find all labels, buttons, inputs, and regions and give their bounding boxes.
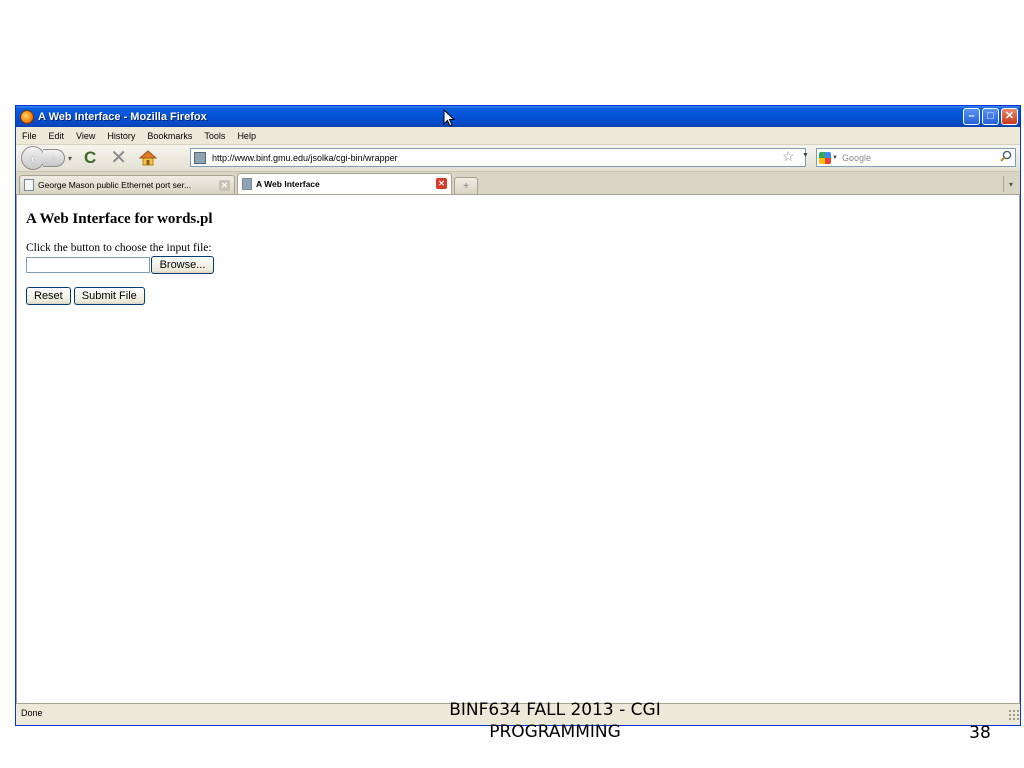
search-bar[interactable]: ▼ Google: [816, 148, 1016, 167]
minimize-button[interactable]: –: [963, 108, 980, 125]
reload-icon[interactable]: C: [84, 148, 96, 168]
menu-history[interactable]: History: [107, 131, 135, 141]
menu-file[interactable]: File: [22, 131, 37, 141]
star-icon[interactable]: ☆: [782, 148, 795, 165]
site-identity-icon[interactable]: [194, 151, 206, 164]
url-text: http://www.binf.gmu.edu/jsolka/cgi-bin/w…: [212, 152, 398, 163]
back-arrow-icon[interactable]: ‹: [21, 146, 45, 170]
tab-label: George Mason public Ethernet port ser...: [38, 180, 192, 190]
title-bar[interactable]: A Web Interface - Mozilla Firefox – □ ✕: [16, 106, 1020, 127]
page-heading: A Web Interface for words.pl: [26, 211, 213, 227]
file-chooser: Browse...: [26, 256, 1010, 274]
new-tab-button[interactable]: +: [454, 177, 478, 194]
history-dropdown-icon[interactable]: ▾: [68, 154, 72, 163]
footer-line-1: BINF634 FALL 2013 - CGI: [449, 700, 661, 720]
stop-icon[interactable]: ✕: [110, 148, 127, 168]
tab-bar: George Mason public Ethernet port ser...…: [16, 172, 1020, 195]
forward-arrow-icon[interactable]: ›: [43, 149, 65, 167]
status-text: Done: [21, 707, 43, 718]
page-instruction: Click the button to choose the input fil…: [26, 242, 212, 254]
footer-line-2: PROGRAMMING: [489, 722, 621, 742]
menu-tools[interactable]: Tools: [204, 131, 225, 141]
page-icon: [242, 178, 252, 190]
slide: A Web Interface - Mozilla Firefox – □ ✕ …: [0, 0, 1024, 768]
menu-bookmarks[interactable]: Bookmarks: [147, 131, 192, 141]
maximize-button[interactable]: □: [982, 108, 999, 125]
home-icon[interactable]: [139, 150, 158, 166]
magnifier-icon[interactable]: [1000, 150, 1012, 165]
window-title: A Web Interface - Mozilla Firefox: [38, 110, 207, 123]
window-controls: – □ ✕: [963, 108, 1018, 125]
slide-number: 38: [969, 723, 991, 743]
search-placeholder: Google: [841, 152, 871, 163]
navigation-toolbar: ‹ › ▾ C ✕ http://www.binf.gmu.edu/jsolka…: [16, 145, 1020, 172]
url-dropdown-icon[interactable]: ▼: [802, 152, 809, 159]
mouse-cursor-icon: [443, 109, 455, 127]
menu-bar: File Edit View History Bookmarks Tools H…: [16, 127, 1020, 145]
form-buttons: Reset Submit File: [26, 287, 1010, 305]
menu-view[interactable]: View: [76, 131, 95, 141]
reset-button[interactable]: Reset: [26, 287, 71, 305]
browser-window: A Web Interface - Mozilla Firefox – □ ✕ …: [15, 105, 1021, 726]
url-bar[interactable]: http://www.binf.gmu.edu/jsolka/cgi-bin/w…: [190, 148, 806, 167]
close-button[interactable]: ✕: [1001, 108, 1018, 125]
search-engine-selector[interactable]: ▼: [819, 151, 838, 164]
firefox-icon: [20, 109, 34, 124]
search-engine-dropdown-icon: ▼: [832, 154, 838, 161]
resize-grip-icon[interactable]: [1008, 709, 1019, 720]
page-content: A Web Interface for words.pl Click the b…: [16, 195, 1020, 703]
tab-close-icon[interactable]: ✕: [436, 178, 447, 189]
page-icon: [24, 179, 34, 191]
submit-file-button[interactable]: Submit File: [73, 287, 145, 305]
menu-help[interactable]: Help: [237, 131, 256, 141]
tab-close-icon[interactable]: ✕: [219, 180, 230, 191]
tab-list-dropdown-icon[interactable]: ▾: [1003, 176, 1018, 192]
menu-edit[interactable]: Edit: [49, 131, 65, 141]
browse-button[interactable]: Browse...: [151, 256, 214, 274]
slide-footer: BINF634 FALL 2013 - CGI PROGRAMMING: [430, 699, 680, 743]
tab-label: A Web Interface: [256, 179, 320, 189]
tab-george-mason[interactable]: George Mason public Ethernet port ser...…: [19, 175, 235, 194]
tab-web-interface[interactable]: A Web Interface ✕: [237, 173, 452, 194]
google-icon: [819, 151, 831, 164]
file-path-input[interactable]: [26, 257, 150, 273]
